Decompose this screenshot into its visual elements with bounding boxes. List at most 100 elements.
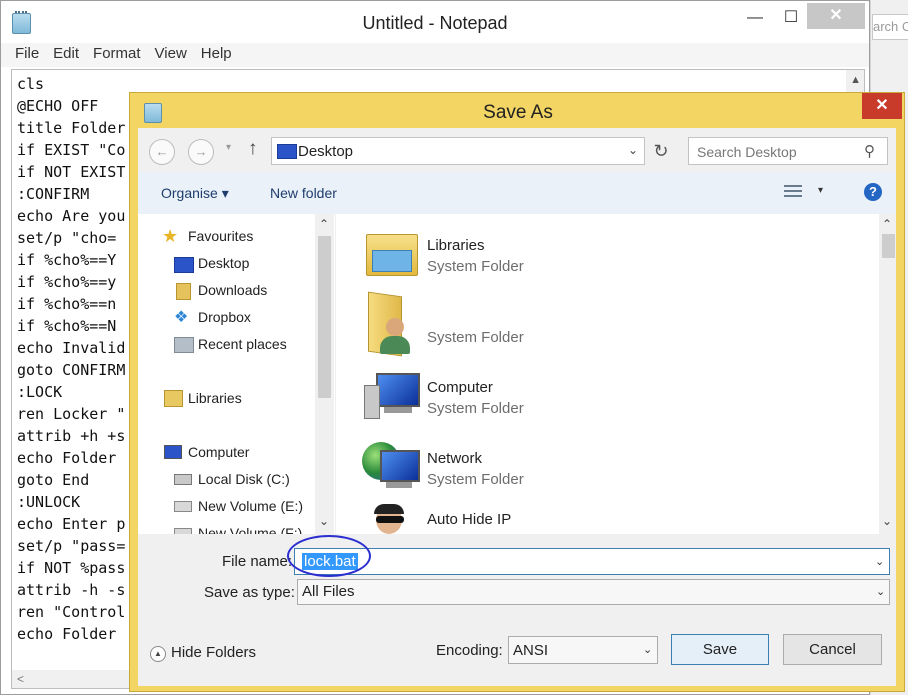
up-arrow-icon[interactable]: ↑ bbox=[248, 138, 258, 160]
organise-button[interactable]: Organise ▾ bbox=[161, 185, 229, 202]
file-name: Libraries bbox=[427, 237, 485, 254]
text-line: set/p "cho= bbox=[17, 229, 117, 247]
nav-item-label: New Volume (E:) bbox=[198, 498, 304, 514]
save-as-dialog: Save As ✕ ← → ▾ ↑ Desktop ⌄ ↻ Search Des… bbox=[129, 92, 905, 692]
search-icon[interactable]: ⚲ bbox=[864, 142, 875, 160]
menu-edit[interactable]: Edit bbox=[53, 43, 79, 62]
text-line: ren Locker " bbox=[17, 405, 126, 423]
recent-places-icon bbox=[174, 337, 194, 353]
text-line: if %cho%==Y bbox=[17, 251, 117, 269]
menu-format[interactable]: Format bbox=[93, 43, 141, 62]
save-type-label: Save as type: bbox=[204, 584, 295, 601]
text-line: if %cho%==N bbox=[17, 317, 117, 335]
auto-hide-ip-icon bbox=[372, 504, 408, 534]
text-line: echo Are you bbox=[17, 207, 126, 225]
scrollbar-thumb[interactable] bbox=[882, 234, 895, 258]
refresh-icon[interactable]: ↻ bbox=[648, 137, 674, 165]
nav-item-label: Local Disk (C:) bbox=[198, 471, 290, 487]
file-type: System Folder bbox=[427, 329, 524, 346]
menu-help[interactable]: Help bbox=[201, 43, 232, 62]
navigation-pane: ★ Favourites Desktop Downloads ❖ Dropbox… bbox=[138, 214, 335, 534]
text-line: ren "Control bbox=[17, 603, 126, 621]
text-line: if EXIST "Co bbox=[17, 141, 126, 159]
search-placeholder: Search Desktop bbox=[697, 144, 797, 160]
text-line: goto CONFIRM bbox=[17, 361, 126, 379]
scroll-down-arrow-icon[interactable]: ⌄ bbox=[882, 514, 892, 528]
save-type-value: All Files bbox=[302, 583, 355, 600]
save-button[interactable]: Save bbox=[671, 634, 769, 665]
file-list: Libraries System Folder System Folder Co… bbox=[336, 214, 879, 534]
file-name: Network bbox=[427, 450, 483, 467]
nav-item-label: Dropbox bbox=[198, 309, 251, 325]
help-icon[interactable]: ? bbox=[864, 183, 882, 201]
drive-icon bbox=[174, 501, 192, 512]
encoding-label: Encoding: bbox=[436, 642, 503, 659]
text-line: @ECHO OFF bbox=[17, 97, 99, 115]
text-line: goto End bbox=[17, 471, 90, 489]
text-line: attrib -h -s bbox=[17, 581, 126, 599]
scroll-up-arrow-icon[interactable]: ⌃ bbox=[319, 217, 329, 231]
address-bar[interactable]: Desktop ⌄ bbox=[271, 137, 645, 165]
recent-locations-dropdown-icon[interactable]: ▾ bbox=[226, 142, 231, 153]
background-search-fragment: arch C bbox=[872, 14, 908, 40]
menu-file[interactable]: File bbox=[15, 43, 39, 62]
view-options-icon[interactable] bbox=[784, 183, 804, 201]
view-dropdown-icon[interactable]: ▾ bbox=[818, 185, 823, 196]
dropbox-icon: ❖ bbox=[174, 309, 189, 326]
chevron-down-icon[interactable]: ⌄ bbox=[875, 555, 884, 568]
search-input[interactable]: Search Desktop ⚲ bbox=[688, 137, 888, 165]
cancel-button[interactable]: Cancel bbox=[783, 634, 882, 665]
desktop-icon bbox=[277, 144, 297, 159]
save-type-select[interactable]: All Files ⌄ bbox=[297, 579, 890, 605]
computer-icon bbox=[364, 371, 420, 419]
text-line: if NOT EXIST bbox=[17, 163, 126, 181]
encoding-value: ANSI bbox=[513, 642, 549, 659]
text-line: :LOCK bbox=[17, 383, 63, 401]
file-name-input[interactable]: lock.bat ⌄ bbox=[287, 535, 890, 577]
text-line: if %cho%==n bbox=[17, 295, 117, 313]
maximize-button[interactable]: ☐ bbox=[775, 5, 807, 31]
dialog-close-button[interactable]: ✕ bbox=[862, 93, 902, 119]
chevron-down-icon[interactable]: ⌄ bbox=[643, 643, 652, 656]
text-line: echo Folder bbox=[17, 449, 117, 467]
highlight-circle bbox=[287, 535, 371, 577]
scroll-left-arrow-icon[interactable]: < bbox=[17, 672, 24, 686]
text-line: :CONFIRM bbox=[17, 185, 90, 203]
nav-favourites-label: Favourites bbox=[188, 228, 254, 244]
new-folder-button[interactable]: New folder bbox=[270, 185, 337, 201]
chevron-down-icon[interactable]: ⌄ bbox=[876, 585, 885, 598]
text-line: echo Enter p bbox=[17, 515, 126, 533]
file-name-label: File name: bbox=[222, 553, 293, 570]
forward-arrow-icon[interactable]: → bbox=[188, 139, 214, 165]
encoding-select[interactable]: ANSI ⌄ bbox=[508, 636, 658, 664]
minimize-button[interactable]: — bbox=[739, 5, 771, 31]
file-name: Auto Hide IP bbox=[427, 511, 512, 528]
desktop-icon bbox=[174, 257, 194, 273]
scroll-up-arrow-icon[interactable]: ▲ bbox=[850, 74, 861, 86]
dialog-body: ← → ▾ ↑ Desktop ⌄ ↻ Search Desktop ⚲ Org… bbox=[138, 128, 896, 686]
menu-view[interactable]: View bbox=[155, 43, 187, 62]
file-type: System Folder bbox=[427, 471, 524, 488]
drive-icon bbox=[174, 474, 192, 485]
file-list-scrollbar[interactable]: ⌃ ⌄ bbox=[879, 214, 896, 534]
scroll-up-arrow-icon[interactable]: ⌃ bbox=[882, 217, 892, 231]
text-line: echo Invalid bbox=[17, 339, 126, 357]
command-bar: Organise ▾ New folder ▾ ? bbox=[138, 172, 896, 214]
star-icon: ★ bbox=[162, 226, 179, 246]
file-type: System Folder bbox=[427, 258, 524, 275]
drive-icon bbox=[174, 528, 192, 534]
nav-pane-scrollbar[interactable]: ⌃ ⌄ bbox=[315, 214, 334, 534]
text-line: set/p "pass= bbox=[17, 537, 126, 555]
network-icon bbox=[362, 438, 420, 490]
close-button[interactable]: ✕ bbox=[807, 3, 865, 29]
libraries-icon bbox=[366, 228, 418, 276]
chevron-down-icon[interactable]: ⌄ bbox=[628, 143, 638, 157]
user-folder-icon bbox=[366, 291, 416, 357]
chevron-up-icon: ▲ bbox=[150, 646, 166, 662]
hide-folders-button[interactable]: ▲ Hide Folders bbox=[150, 644, 256, 662]
notepad-title-bar[interactable]: Untitled - Notepad — ☐ ✕ bbox=[1, 1, 869, 43]
scroll-down-arrow-icon[interactable]: ⌄ bbox=[319, 514, 329, 528]
back-arrow-icon[interactable]: ← bbox=[149, 139, 175, 165]
text-line: if %cho%==y bbox=[17, 273, 117, 291]
scrollbar-thumb[interactable] bbox=[318, 236, 331, 398]
